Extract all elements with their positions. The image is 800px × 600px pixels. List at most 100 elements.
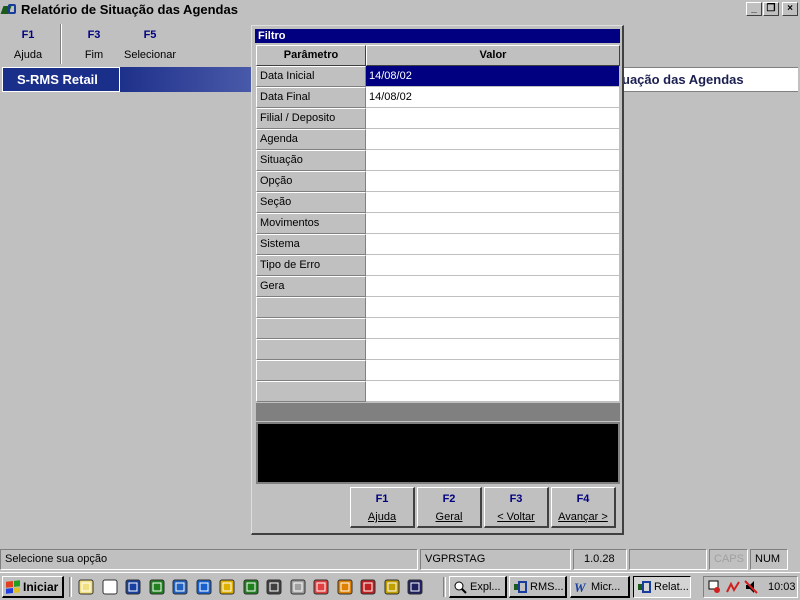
filter-row[interactable]: Data Final 14/08/02 (256, 87, 620, 108)
filter-row[interactable]: Opção (256, 171, 620, 192)
value-cell[interactable]: 14/08/02 (366, 87, 620, 108)
help-button[interactable]: F1 Ajuda (350, 487, 415, 528)
notepad-icon[interactable] (78, 579, 94, 595)
parameter-cell (256, 297, 366, 318)
general-button[interactable]: F2 Geral (417, 487, 482, 528)
filter-row[interactable] (256, 318, 620, 339)
filter-row[interactable]: Sistema (256, 234, 620, 255)
start-button[interactable]: Iniciar (2, 576, 64, 598)
find-icon[interactable] (102, 579, 118, 595)
column-header-parameter[interactable]: Parâmetro (256, 45, 366, 66)
value-cell[interactable] (366, 360, 620, 381)
word-icon: W (574, 580, 588, 595)
status-num: NUM (750, 549, 788, 570)
close-button[interactable]: × (782, 2, 798, 16)
parameter-cell: Filial / Deposito (256, 108, 366, 129)
word-icon[interactable] (125, 579, 141, 595)
install-icon[interactable] (149, 579, 165, 595)
value-cell[interactable] (366, 192, 620, 213)
task-explorer[interactable]: Expl... (449, 576, 507, 598)
filter-row[interactable]: Seção (256, 192, 620, 213)
filter-dialog: Filtro Parâmetro Valor Data Inicial 14/08… (251, 25, 624, 535)
rms-icon (637, 580, 651, 594)
value-cell[interactable] (366, 255, 620, 276)
filter-row[interactable] (256, 339, 620, 360)
button-key: F4 (576, 493, 590, 505)
status-program: VGPRSTAG (420, 549, 571, 570)
banner-gradient (120, 67, 252, 92)
antivirus-icon[interactable] (360, 579, 376, 595)
value-cell[interactable] (366, 234, 620, 255)
network-icon[interactable] (172, 579, 188, 595)
chrome-ball-icon[interactable] (313, 579, 329, 595)
filter-row[interactable] (256, 360, 620, 381)
monitor-icon[interactable] (266, 579, 282, 595)
network-status-icon[interactable] (708, 580, 722, 594)
minimize-button[interactable]: _ (746, 2, 762, 16)
value-cell[interactable] (366, 318, 620, 339)
value-cell[interactable] (366, 108, 620, 129)
parameter-cell: Gera (256, 276, 366, 297)
toolbar-f5-select[interactable]: F5 Selecionar (120, 29, 180, 61)
task-report[interactable]: Relat... (633, 576, 691, 598)
status-empty-panel (629, 549, 707, 570)
antivirus-tray-icon[interactable] (726, 580, 740, 594)
brand-banner: S-RMS Retail (2, 67, 120, 92)
toolbar-f1-help[interactable]: F1 Ajuda (8, 29, 48, 61)
window-title-bar[interactable]: Relatório de Situação das Agendas _ ❐ × (0, 0, 800, 19)
task-word[interactable]: W Micr... (570, 576, 630, 598)
value-cell[interactable] (366, 129, 620, 150)
printer-icon[interactable] (290, 579, 306, 595)
internet-explorer-icon[interactable] (196, 579, 212, 595)
report-title-strip: uação das Agendas (620, 67, 798, 92)
grid-header: Parâmetro Valor (256, 45, 620, 66)
parameter-cell: Agenda (256, 129, 366, 150)
filter-row[interactable]: Gera (256, 276, 620, 297)
value-cell[interactable] (366, 150, 620, 171)
filter-row[interactable]: Filial / Deposito (256, 108, 620, 129)
filter-row[interactable]: Data Inicial 14/08/02 (256, 66, 620, 87)
grid-app-icon[interactable] (243, 579, 259, 595)
back-button[interactable]: F3 < Voltar (484, 487, 549, 528)
filter-row[interactable]: Tipo de Erro (256, 255, 620, 276)
value-cell[interactable]: 14/08/02 (366, 66, 620, 87)
task-rms[interactable]: RMS... (509, 576, 567, 598)
value-cell[interactable] (366, 276, 620, 297)
next-button[interactable]: F4 Avançar > (551, 487, 616, 528)
paint-icon[interactable] (337, 579, 353, 595)
filter-row[interactable]: Agenda (256, 129, 620, 150)
column-header-value[interactable]: Valor (366, 45, 620, 66)
rms-icon[interactable] (407, 579, 423, 595)
button-key: F2 (442, 493, 456, 505)
value-cell[interactable] (366, 381, 620, 402)
button-key: F3 (509, 493, 523, 505)
restore-button[interactable]: ❐ (763, 2, 779, 16)
parameter-cell (256, 339, 366, 360)
button-label: Geral (435, 511, 463, 523)
window-title: Relatório de Situação das Agendas (21, 2, 238, 17)
parameter-cell: Opção (256, 171, 366, 192)
find-icon (453, 580, 467, 594)
taskbar: Iniciar Expl... RMS... W Micr... Relat..… (0, 572, 800, 600)
value-cell[interactable] (366, 171, 620, 192)
filter-row[interactable] (256, 381, 620, 402)
status-message: Selecione sua opção (0, 549, 418, 570)
filter-row[interactable]: Situação (256, 150, 620, 171)
toolbar-label: Selecionar (124, 49, 176, 61)
task-label: Expl... (470, 580, 501, 593)
value-cell[interactable] (366, 213, 620, 234)
parameter-cell (256, 318, 366, 339)
value-cell[interactable] (366, 297, 620, 318)
value-cell[interactable] (366, 339, 620, 360)
message-panel (256, 422, 620, 484)
download-icon[interactable] (219, 579, 235, 595)
toolbar-label: Fim (84, 49, 104, 61)
media-icon[interactable] (384, 579, 400, 595)
volume-muted-icon[interactable] (744, 580, 758, 594)
status-bar: Selecione sua opção VGPRSTAG 1.0.28 CAPS… (0, 548, 800, 571)
clock[interactable]: 10:03 (768, 581, 796, 593)
toolbar-f3-exit[interactable]: F3 Fim (74, 29, 114, 61)
filter-row[interactable]: Movimentos (256, 213, 620, 234)
parameter-cell (256, 381, 366, 402)
filter-row[interactable] (256, 297, 620, 318)
